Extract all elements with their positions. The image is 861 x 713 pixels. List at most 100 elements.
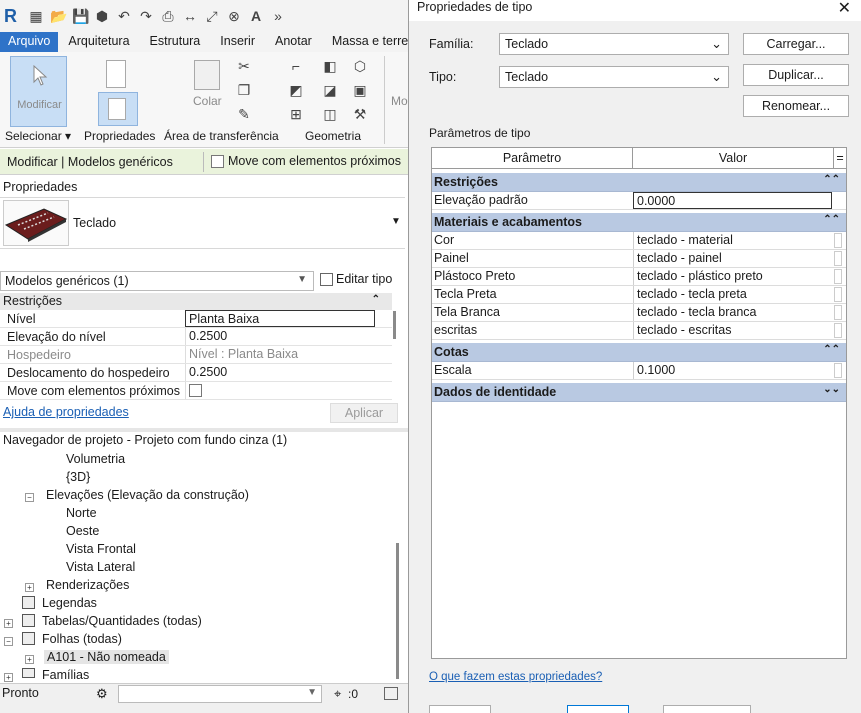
workset-select[interactable]: ▼	[118, 685, 322, 703]
edit-cell-icon[interactable]	[834, 323, 842, 338]
apply-button[interactable]: Aplicar	[330, 403, 398, 423]
param-row[interactable]: Tecla Preta teclado - tecla preta	[432, 286, 846, 304]
paste-icon[interactable]	[194, 60, 220, 90]
tree-collapse-icon[interactable]: −	[25, 490, 34, 504]
tree-item[interactable]: Renderizações	[46, 578, 129, 592]
type-select[interactable]: Teclado ⌄	[499, 66, 729, 88]
param-value[interactable]: teclado - tecla branca	[633, 304, 834, 321]
tree-expand-icon[interactable]: +	[25, 652, 34, 666]
col-formula[interactable]: =	[834, 148, 846, 168]
tab-estrutura[interactable]: Estrutura	[140, 32, 211, 52]
measure-icon[interactable]: ↔	[182, 8, 198, 24]
type-selector[interactable]: Teclado ▼	[0, 197, 405, 249]
edit-cell-icon[interactable]	[834, 363, 842, 378]
what-do-properties-do-link[interactable]: O que fazem estas propriedades?	[429, 671, 602, 683]
param-value[interactable]: teclado - plástico preto	[633, 268, 834, 285]
panel-select[interactable]: Selecionar ▾	[5, 129, 71, 143]
edit-cell-icon[interactable]	[834, 287, 842, 302]
prop-row-elevacao[interactable]: Elevação do nível 0.2500	[0, 328, 392, 346]
edit-type-button[interactable]: Editar tipo	[318, 270, 398, 290]
apply-dialog-button[interactable]	[663, 705, 751, 713]
duplicate-button[interactable]: Duplicar...	[743, 64, 849, 86]
param-value[interactable]: teclado - tecla preta	[633, 286, 834, 303]
cut-icon[interactable]: ✂	[236, 58, 252, 75]
tree-item[interactable]: Elevações (Elevação da construção)	[46, 488, 249, 502]
tree-item[interactable]: Oeste	[66, 524, 99, 538]
tab-anotar[interactable]: Anotar	[265, 32, 322, 52]
prop-row-deslocamento[interactable]: Deslocamento do hospedeiro 0.2500	[0, 364, 392, 382]
print-icon[interactable]: ⎙	[160, 8, 176, 25]
tree-item[interactable]: Volumetria	[66, 452, 125, 466]
section-materiais[interactable]: Materiais e acabamentos ⌃⌃	[432, 213, 846, 232]
prop-value-input[interactable]: Planta Baixa	[185, 310, 375, 327]
home-icon[interactable]: ▦	[28, 8, 44, 25]
properties-help-link[interactable]: Ajuda de propriedades	[3, 405, 129, 419]
tree-collapse-icon[interactable]: −	[4, 634, 13, 648]
param-row[interactable]: escritas teclado - escritas	[432, 322, 846, 340]
browser-scrollbar[interactable]	[396, 543, 399, 679]
save-icon[interactable]: 💾	[72, 8, 89, 25]
model-status-icon[interactable]	[384, 687, 398, 700]
worksets-icon[interactable]: ⚙	[96, 686, 108, 702]
param-row[interactable]: Cor teclado - material	[432, 232, 846, 250]
move-checkbox[interactable]	[189, 384, 202, 398]
section-cotas[interactable]: Cotas ⌃⌃	[432, 343, 846, 362]
close-icon[interactable]: ✕	[838, 0, 851, 18]
prop-value[interactable]: 0.2500	[185, 328, 375, 345]
param-value[interactable]: teclado - painel	[633, 250, 834, 267]
redo-icon[interactable]: ↷	[138, 8, 154, 25]
edit-cell-icon[interactable]	[834, 269, 842, 284]
tree-item[interactable]: Vista Frontal	[66, 542, 136, 556]
param-row[interactable]: Escala 0.1000	[432, 362, 846, 380]
wall-opening-icon[interactable]: ▣	[352, 82, 368, 99]
split-face-icon[interactable]: ◧	[322, 58, 338, 75]
tree-item-selected[interactable]: A101 - Não nomeada	[44, 650, 169, 664]
param-value[interactable]: teclado - material	[633, 232, 834, 249]
prop-row-move[interactable]: Move com elementos próximos	[0, 382, 392, 400]
edit-cell-icon[interactable]	[834, 305, 842, 320]
tree-item[interactable]: Famílias	[42, 668, 89, 682]
param-row[interactable]: Plástoco Preto teclado - plástico preto	[432, 268, 846, 286]
dimension-icon[interactable]: ⤢	[204, 8, 220, 25]
cut-geometry-icon[interactable]: ◩	[288, 82, 304, 99]
param-row[interactable]: Tela Branca teclado - tecla branca	[432, 304, 846, 322]
wall-joins-icon[interactable]: ⬡	[352, 58, 368, 75]
tree-item[interactable]: Norte	[66, 506, 97, 520]
tree-expand-icon[interactable]: +	[4, 670, 13, 684]
copy-icon[interactable]: ❐	[236, 82, 252, 99]
hammer-icon[interactable]: ⚒	[352, 106, 368, 123]
param-value[interactable]: 0.1000	[633, 362, 834, 379]
move-with-nearby-checkbox[interactable]	[211, 155, 224, 168]
type-properties-icon[interactable]	[106, 60, 126, 88]
load-button[interactable]: Carregar...	[743, 33, 849, 55]
prop-row-nivel[interactable]: Nível Planta Baixa	[0, 310, 392, 328]
type-dropdown-icon[interactable]: ▼	[391, 216, 401, 227]
filter-icon[interactable]: ⌖	[334, 686, 341, 702]
more-icon[interactable]: »	[270, 8, 286, 24]
family-select[interactable]: Teclado ⌄	[499, 33, 729, 55]
edit-cell-icon[interactable]	[834, 233, 842, 248]
rename-button[interactable]: Renomear...	[743, 95, 849, 117]
prop-value-checkbox[interactable]	[185, 382, 375, 399]
col-value[interactable]: Valor	[633, 148, 834, 168]
match-icon[interactable]: ✎	[236, 106, 252, 123]
prop-value[interactable]: 0.2500	[185, 364, 375, 381]
tree-item[interactable]: Tabelas/Quantidades (todas)	[42, 614, 202, 628]
properties-scrollbar[interactable]	[393, 311, 396, 339]
tab-arquivo[interactable]: Arquivo	[0, 32, 59, 52]
ok-button[interactable]	[429, 705, 491, 713]
text-icon[interactable]: A	[248, 8, 264, 24]
tree-item[interactable]: Legendas	[42, 596, 97, 610]
tab-inserir[interactable]: Inserir	[210, 32, 265, 52]
tag-icon[interactable]: ⊗	[226, 8, 242, 25]
param-value[interactable]: teclado - escritas	[633, 322, 834, 339]
param-value-input[interactable]: 0.0000	[633, 192, 832, 209]
col-parameter[interactable]: Parâmetro	[432, 148, 633, 168]
instance-filter-select[interactable]: Modelos genéricos (1) ▼	[0, 271, 314, 291]
undo-icon[interactable]: ↶	[116, 8, 132, 25]
cope-icon[interactable]: ⌐	[288, 58, 304, 74]
demolish-icon[interactable]: ◫	[322, 106, 338, 123]
open-icon[interactable]: 📂	[50, 8, 67, 25]
param-row[interactable]: Elevação padrão 0.0000	[432, 192, 846, 210]
modify-button[interactable]: Modificar	[10, 56, 67, 127]
